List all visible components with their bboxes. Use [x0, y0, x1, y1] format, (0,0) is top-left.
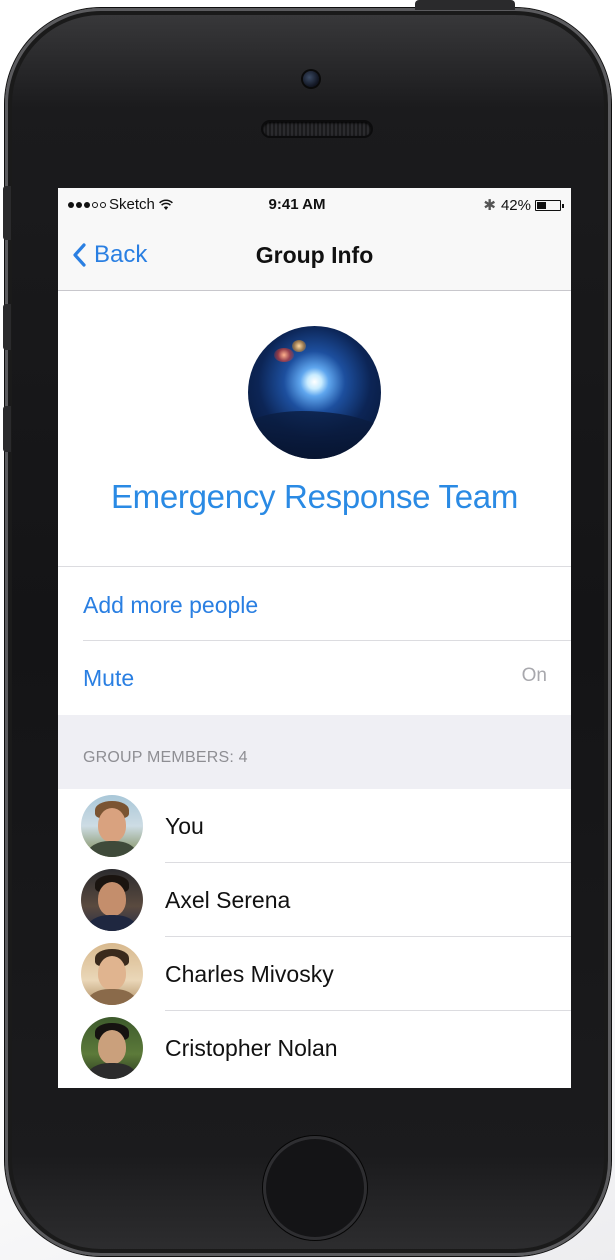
earpiece-speaker: [263, 122, 371, 136]
member-name: Charles Mivosky: [165, 961, 334, 987]
battery-percent: 42%: [500, 196, 531, 214]
avatar: [81, 1017, 143, 1079]
navigation-bar: Back Group Info: [58, 224, 571, 291]
mute-value[interactable]: On: [522, 665, 547, 687]
divider: [83, 640, 571, 641]
avatar: [81, 795, 143, 857]
bluetooth-icon: ✱: [483, 197, 496, 214]
member-row-charles-mivosky[interactable]: Charles Mivosky: [58, 937, 571, 1011]
member-row-cristopher-nolan[interactable]: Cristopher Nolan: [58, 1011, 571, 1085]
volume-down-button: [3, 406, 11, 452]
group-avatar[interactable]: [248, 326, 381, 459]
front-camera: [303, 71, 319, 87]
power-button: [415, 0, 515, 10]
battery-icon: [535, 199, 564, 211]
section-header: GROUP MEMBERS: 4: [58, 715, 571, 789]
member-row-axel-serena[interactable]: Axel Serena: [58, 863, 571, 937]
volume-up-button: [3, 304, 11, 350]
member-name: You: [165, 813, 204, 839]
home-button[interactable]: [263, 1136, 367, 1240]
group-name[interactable]: Emergency Response Team: [58, 478, 571, 516]
battery-level: [537, 201, 547, 209]
member-name: Cristopher Nolan: [165, 1035, 338, 1061]
divider: [58, 566, 571, 567]
page-title: Group Info: [255, 242, 374, 268]
mute-switch: [3, 186, 11, 240]
phone-screen: Sketch 9:41 AM ✱ 42% Back Group Info Eme…: [58, 188, 571, 1088]
avatar: [81, 943, 143, 1005]
status-right: ✱ 42%: [483, 196, 564, 214]
mute-button[interactable]: Mute: [83, 665, 134, 692]
member-row-you[interactable]: You: [58, 789, 571, 863]
avatar: [81, 869, 143, 931]
status-bar: Sketch 9:41 AM ✱ 42%: [58, 188, 571, 224]
member-name: Axel Serena: [165, 887, 291, 913]
add-more-people-button[interactable]: Add more people: [83, 592, 258, 619]
group-members-header: GROUP MEMBERS: 4: [83, 749, 248, 766]
